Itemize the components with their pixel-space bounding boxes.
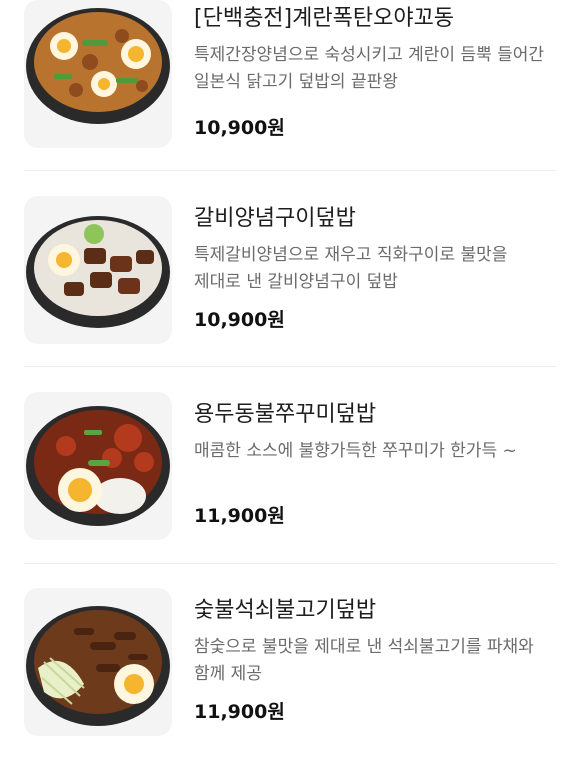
menu-item-price: 11,900원 [194, 505, 285, 527]
menu-item-info: 용두동불쭈꾸미덮밥 매콤한 소스에 불향가득한 쭈꾸미가 한가득 ~ [194, 400, 558, 465]
menu-item-name: [단백충전]계란폭탄오야꼬동 [194, 6, 455, 31]
menu-item-name: 갈비양념구이덮밥 [194, 206, 356, 231]
menu-item-name: 용두동불쭈꾸미덮밥 [194, 402, 377, 427]
menu-item-description: 참숯으로 불맛을 제대로 낸 석쇠불고기를 파채와 함께 제공 [194, 637, 534, 684]
menu-item-bulgogi[interactable]: 숯불석쇠불고기덮밥 참숯으로 불맛을 제대로 낸 석쇠불고기를 파채와 함께 제… [0, 568, 580, 764]
bulgogi-rice-bowl-photo [24, 588, 172, 736]
menu-item-info: 숯불석쇠불고기덮밥 참숯으로 불맛을 제대로 낸 석쇠불고기를 파채와 함께 제… [194, 596, 558, 688]
menu-item-description: 매콤한 소스에 불향가득한 쭈꾸미가 한가득 ~ [194, 441, 517, 461]
menu-item-price: 10,900원 [194, 309, 285, 331]
menu-item-galbi[interactable]: 갈비양념구이덮밥 특제갈비양념으로 재우고 직화구이로 불맛을 제대로 낸 갈비… [0, 176, 580, 372]
menu-item-oyakodon[interactable]: [단백충전]계란폭탄오야꼬동 특제간장양념으로 숙성시키고 계란이 듬뿍 들어간… [0, 0, 580, 176]
menu-item-description: 특제갈비양념으로 재우고 직화구이로 불맛을 제대로 낸 갈비양념구이 덮밥 [194, 245, 508, 292]
galbi-rice-bowl-photo [24, 196, 172, 344]
divider [24, 563, 556, 564]
oyakodon-rice-bowl-photo [24, 0, 172, 148]
menu-item-price: 10,900원 [194, 117, 285, 139]
menu-item-info: [단백충전]계란폭탄오야꼬동 특제간장양념으로 숙성시키고 계란이 듬뿍 들어간… [194, 4, 558, 96]
menu-item-description: 특제간장양념으로 숙성시키고 계란이 듬뿍 들어간 일본식 닭고기 덮밥의 끝판… [194, 45, 545, 92]
webfoot-octopus-rice-bowl-photo [24, 392, 172, 540]
menu-item-jjukkumi[interactable]: 용두동불쭈꾸미덮밥 매콤한 소스에 불향가득한 쭈꾸미가 한가득 ~ 11,90… [0, 372, 580, 568]
menu-item-name: 숯불석쇠불고기덮밥 [194, 598, 377, 623]
divider [24, 366, 556, 367]
divider [24, 170, 556, 171]
menu-item-info: 갈비양념구이덮밥 특제갈비양념으로 재우고 직화구이로 불맛을 제대로 낸 갈비… [194, 204, 558, 296]
menu-item-price: 11,900원 [194, 701, 285, 723]
